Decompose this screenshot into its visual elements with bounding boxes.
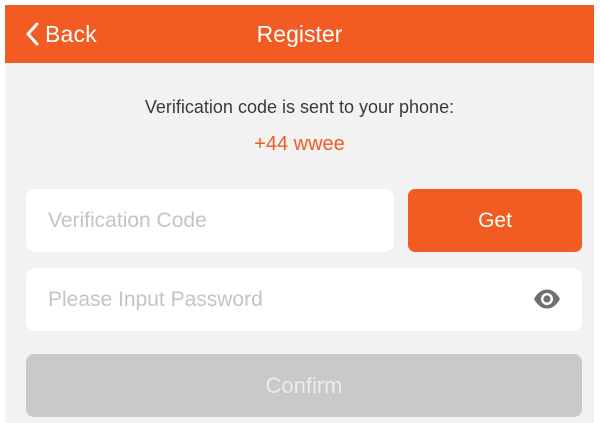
confirm-button[interactable]: Confirm (26, 354, 582, 417)
chevron-left-icon (25, 22, 39, 46)
verification-message: Verification code is sent to your phone: (144, 97, 455, 117)
register-screen: Back Register Verification code is sent … (5, 5, 594, 423)
password-input[interactable] (48, 268, 518, 331)
get-code-button[interactable]: Get (408, 189, 582, 252)
back-label: Back (45, 20, 97, 47)
back-button[interactable]: Back (25, 5, 97, 63)
phone-number: +44 wwee (254, 133, 345, 155)
verification-code-input[interactable] (48, 189, 378, 252)
password-field (26, 268, 582, 331)
nav-bar: Back Register (5, 5, 594, 63)
eye-icon[interactable] (533, 289, 561, 309)
verification-code-field (26, 189, 394, 252)
